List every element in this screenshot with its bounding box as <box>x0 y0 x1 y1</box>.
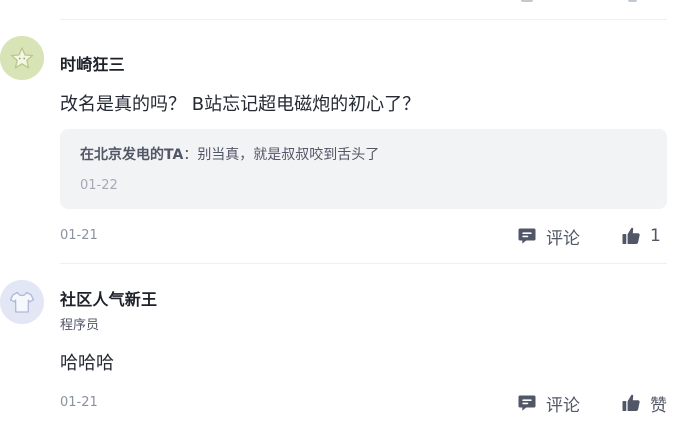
comment-date: 01-21 <box>60 395 98 410</box>
reply-text: 在北京发电的TA：别当真，就是叔叔咬到舌头了 <box>80 144 379 164</box>
user-avatar[interactable] <box>0 280 44 324</box>
comment-button[interactable]: 评论 <box>516 391 580 416</box>
reply-separator: ： <box>183 147 198 163</box>
comment-icon <box>516 392 538 414</box>
comment-icon-fragment <box>521 0 533 2</box>
divider <box>60 19 667 20</box>
user-title: 程序员 <box>60 318 100 333</box>
like-icon-fragment <box>628 0 637 2</box>
comment-icon <box>516 225 538 247</box>
star-avatar-icon <box>0 36 44 80</box>
comment-date: 01-21 <box>60 228 98 243</box>
like-button[interactable]: 赞 <box>620 391 667 416</box>
comment-content: 哈哈哈 <box>60 353 114 374</box>
like-button[interactable]: 1 <box>620 224 661 248</box>
comment-list: 时崎狂三 改名是真的吗？ B站忘记超电磁炮的初心了？ 在北京发电的TA：别当真，… <box>0 0 683 431</box>
username[interactable]: 社区人气新王 <box>60 286 157 310</box>
reply-content: 别当真，就是叔叔咬到舌头了 <box>197 147 380 163</box>
thumbs-up-icon <box>620 392 642 414</box>
comment-footer: 01-21 评论 赞 <box>60 391 667 416</box>
comment-footer: 01-21 评论 1 <box>60 224 667 249</box>
thumbs-up-icon <box>620 225 642 247</box>
user-avatar[interactable] <box>0 36 44 80</box>
reply-box: 在北京发电的TA：别当真，就是叔叔咬到舌头了 01-22 <box>60 129 667 209</box>
comment-content: 改名是真的吗？ B站忘记超电磁炮的初心了？ <box>60 94 421 115</box>
like-count: 1 <box>650 226 661 246</box>
comment-label: 评论 <box>546 395 580 416</box>
like-label: 赞 <box>650 395 667 416</box>
reply-date: 01-22 <box>80 178 118 193</box>
username[interactable]: 时崎狂三 <box>60 51 125 75</box>
comment-label: 评论 <box>546 228 580 249</box>
divider <box>60 263 667 264</box>
comment-button[interactable]: 评论 <box>516 224 580 249</box>
reply-author[interactable]: 在北京发电的TA <box>80 147 183 163</box>
tshirt-avatar-icon <box>0 280 44 324</box>
